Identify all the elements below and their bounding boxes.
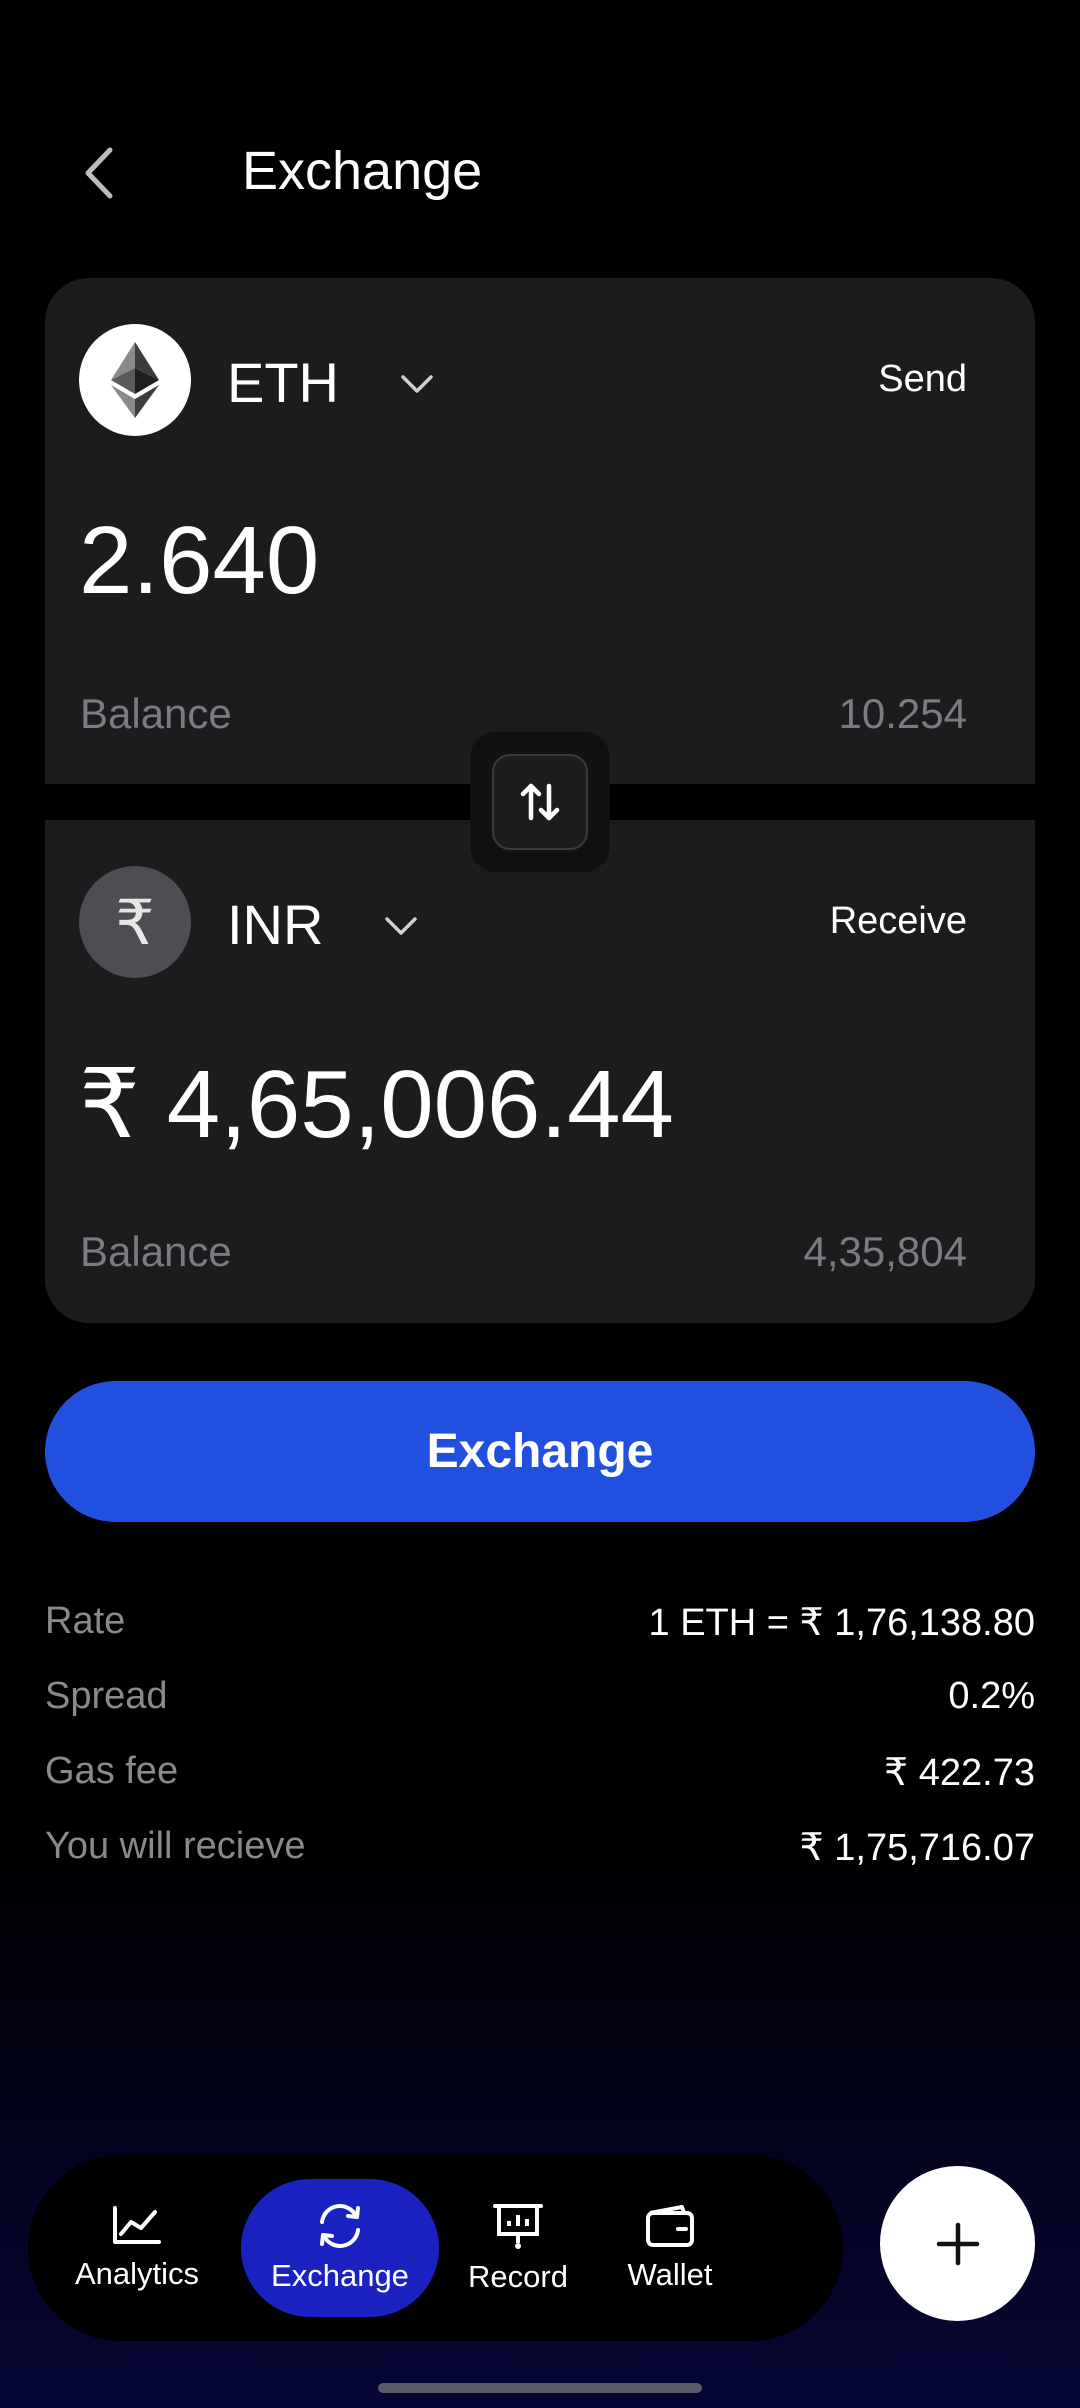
wallet-icon: [646, 2205, 694, 2247]
tab-label: Analytics: [74, 2256, 200, 2291]
send-label: Send: [878, 358, 967, 400]
detail-value: ₹ 422.73: [884, 1752, 1035, 1794]
inr-coin-icon: ₹: [79, 866, 191, 978]
back-button[interactable]: [66, 138, 136, 208]
send-amount-input[interactable]: 2.640: [79, 506, 319, 616]
detail-row-gas-fee: Gas fee ₹ 422.73: [45, 1750, 1035, 1825]
exchange-button[interactable]: Exchange: [45, 1381, 1035, 1522]
exchange-icon: [320, 2204, 360, 2248]
detail-value: 1 ETH = ₹ 1,76,138.80: [648, 1602, 1035, 1644]
send-balance-value: 10.254: [838, 690, 967, 737]
chevron-down-icon[interactable]: [397, 364, 437, 404]
swap-button-container: [470, 732, 610, 872]
detail-label: Gas fee: [45, 1750, 179, 1792]
eth-coin-icon: [79, 324, 191, 436]
tab-exchange[interactable]: Exchange: [241, 2179, 439, 2317]
exchange-screen: Exchange ETH Send 2.640 Balance 10.254 ₹…: [0, 0, 1080, 2408]
tab-record[interactable]: Record: [458, 2179, 578, 2317]
tab-label: Record: [468, 2259, 568, 2294]
receive-card: ₹ INR Receive ₹ 4,65,006.44 Balance 4,35…: [45, 820, 1035, 1323]
receive-label: Receive: [829, 900, 967, 942]
swap-button[interactable]: [492, 754, 588, 850]
bottom-tab-bar: Analytics Exchange Record Wallet: [28, 2155, 843, 2341]
chevron-down-icon[interactable]: [381, 906, 421, 946]
chevron-left-icon: [85, 147, 113, 199]
send-currency-selector[interactable]: ETH: [227, 350, 339, 415]
detail-label: Spread: [45, 1675, 168, 1717]
send-balance-label: Balance: [80, 690, 232, 737]
tab-label: Exchange: [271, 2258, 409, 2293]
detail-row-rate: Rate 1 ETH = ₹ 1,76,138.80: [45, 1600, 1035, 1675]
swap-arrows-icon: [520, 783, 560, 821]
receive-balance-value: 4,35,804: [803, 1228, 968, 1275]
add-button[interactable]: [880, 2166, 1035, 2321]
tab-analytics[interactable]: Analytics: [66, 2179, 208, 2317]
tab-label: Wallet: [627, 2257, 713, 2292]
page-title: Exchange: [242, 141, 483, 201]
record-icon: [493, 2204, 543, 2249]
send-card: ETH Send 2.640 Balance 10.254: [45, 278, 1035, 784]
receive-currency-selector[interactable]: INR: [227, 892, 323, 957]
home-indicator[interactable]: [378, 2383, 702, 2393]
header: Exchange: [0, 120, 1080, 220]
detail-value: ₹ 1,75,716.07: [799, 1827, 1035, 1869]
detail-value: 0.2%: [948, 1675, 1035, 1717]
detail-label: Rate: [45, 1600, 126, 1642]
analytics-icon: [113, 2206, 161, 2244]
tab-wallet[interactable]: Wallet: [614, 2179, 726, 2317]
detail-row-spread: Spread 0.2%: [45, 1675, 1035, 1750]
plus-icon: [936, 2222, 979, 2265]
receive-balance-label: Balance: [80, 1228, 232, 1275]
detail-row-receive-total: You will recieve ₹ 1,75,716.07: [45, 1825, 1035, 1900]
receive-amount: ₹ 4,65,006.44: [79, 1051, 674, 1158]
exchange-details: Rate 1 ETH = ₹ 1,76,138.80 Spread 0.2% G…: [45, 1600, 1035, 1900]
detail-label: You will recieve: [45, 1825, 306, 1867]
